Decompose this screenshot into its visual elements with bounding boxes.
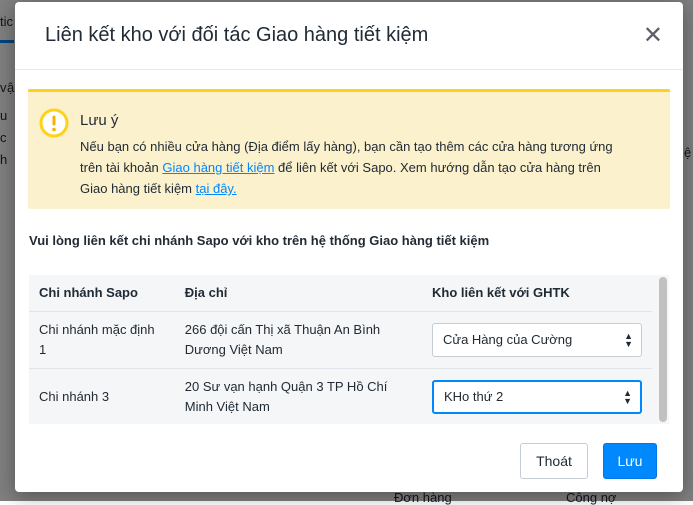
alert-line: Nếu bạn có nhiều cửa hàng (Địa điểm lấy … xyxy=(80,139,613,154)
warehouse-cell: Cửa Hàng của Cường ▲ ▼ xyxy=(421,310,652,368)
alert-line: Giao hàng tiết kiệm tại đây. xyxy=(80,178,660,199)
modal-header: Liên kết kho với đối tác Giao hàng tiết … xyxy=(15,2,683,70)
column-header-branch: Chi nhánh Sapo xyxy=(39,285,138,301)
branch-table: Chi nhánh Sapo Địa chỉ Kho liên kết với … xyxy=(29,275,652,425)
warehouse-select[interactable]: KHo thứ 2 ▲ ▼ xyxy=(431,379,642,414)
alert-title: Lưu ý xyxy=(80,112,119,129)
branch-address: 20 Sư vạn hạnh Quận 3 TP Hồ Chí Minh Việ… xyxy=(174,367,422,425)
alert-text: trên tài khoản xyxy=(80,160,163,175)
ghtk-link[interactable]: Giao hàng tiết kiệm xyxy=(162,160,274,175)
warehouse-select-value: Cửa Hàng của Cường xyxy=(442,331,573,347)
select-arrows-icon: ▲ ▼ xyxy=(624,330,633,349)
modal-title: Liên kết kho với đối tác Giao hàng tiết … xyxy=(45,24,429,46)
warehouse-select-value: KHo thứ 2 xyxy=(443,388,504,404)
column-header-warehouse: Kho liên kết với GHTK xyxy=(431,285,570,301)
instruction-text: Vui lòng liên kết chi nhánh Sapo với kho… xyxy=(29,233,490,248)
guide-link[interactable]: tại đây. xyxy=(196,181,237,196)
notice-alert: Lưu ý Nếu bạn có nhiều cửa hàng (Địa điể… xyxy=(28,89,670,209)
warehouse-cell: KHo thứ 2 ▲ ▼ xyxy=(421,367,652,425)
branch-address: 266 đội cấn Thị xã Thuận An Bình Dương V… xyxy=(174,310,422,368)
alert-text: để liên kết với Sapo. Xem hướng dẫn tạo … xyxy=(274,160,601,175)
table-row: Chi nhánh mặc định 1 266 đội cấn Thị xã … xyxy=(29,310,652,368)
save-button[interactable]: Lưu xyxy=(603,443,657,479)
link-warehouse-modal: Liên kết kho với đối tác Giao hàng tiết … xyxy=(15,2,683,492)
alert-body: Nếu bạn có nhiều cửa hàng (Địa điểm lấy … xyxy=(80,136,660,199)
scrollbar-thumb[interactable] xyxy=(659,277,667,422)
close-icon[interactable]: ✕ xyxy=(643,23,663,48)
table-header-row: Chi nhánh Sapo Địa chỉ Kho liên kết với … xyxy=(29,275,652,311)
cancel-button[interactable]: Thoát xyxy=(520,443,588,479)
branch-table-container: Chi nhánh Sapo Địa chỉ Kho liên kết với … xyxy=(29,275,669,425)
column-header-address: Địa chỉ xyxy=(184,285,228,301)
exclamation-circle-icon xyxy=(39,108,69,138)
select-arrows-icon: ▲ ▼ xyxy=(623,387,632,406)
table-row: Chi nhánh 3 20 Sư vạn hạnh Quận 3 TP Hồ … xyxy=(29,367,652,425)
alert-line: trên tài khoản Giao hàng tiết kiệm để li… xyxy=(80,157,660,178)
table-scrollbar[interactable] xyxy=(658,275,667,424)
branch-name: Chi nhánh 3 xyxy=(29,367,175,425)
branch-name: Chi nhánh mặc định 1 xyxy=(29,310,175,368)
alert-text: Giao hàng tiết kiệm xyxy=(80,181,196,196)
warehouse-select[interactable]: Cửa Hàng của Cường ▲ ▼ xyxy=(431,322,642,357)
